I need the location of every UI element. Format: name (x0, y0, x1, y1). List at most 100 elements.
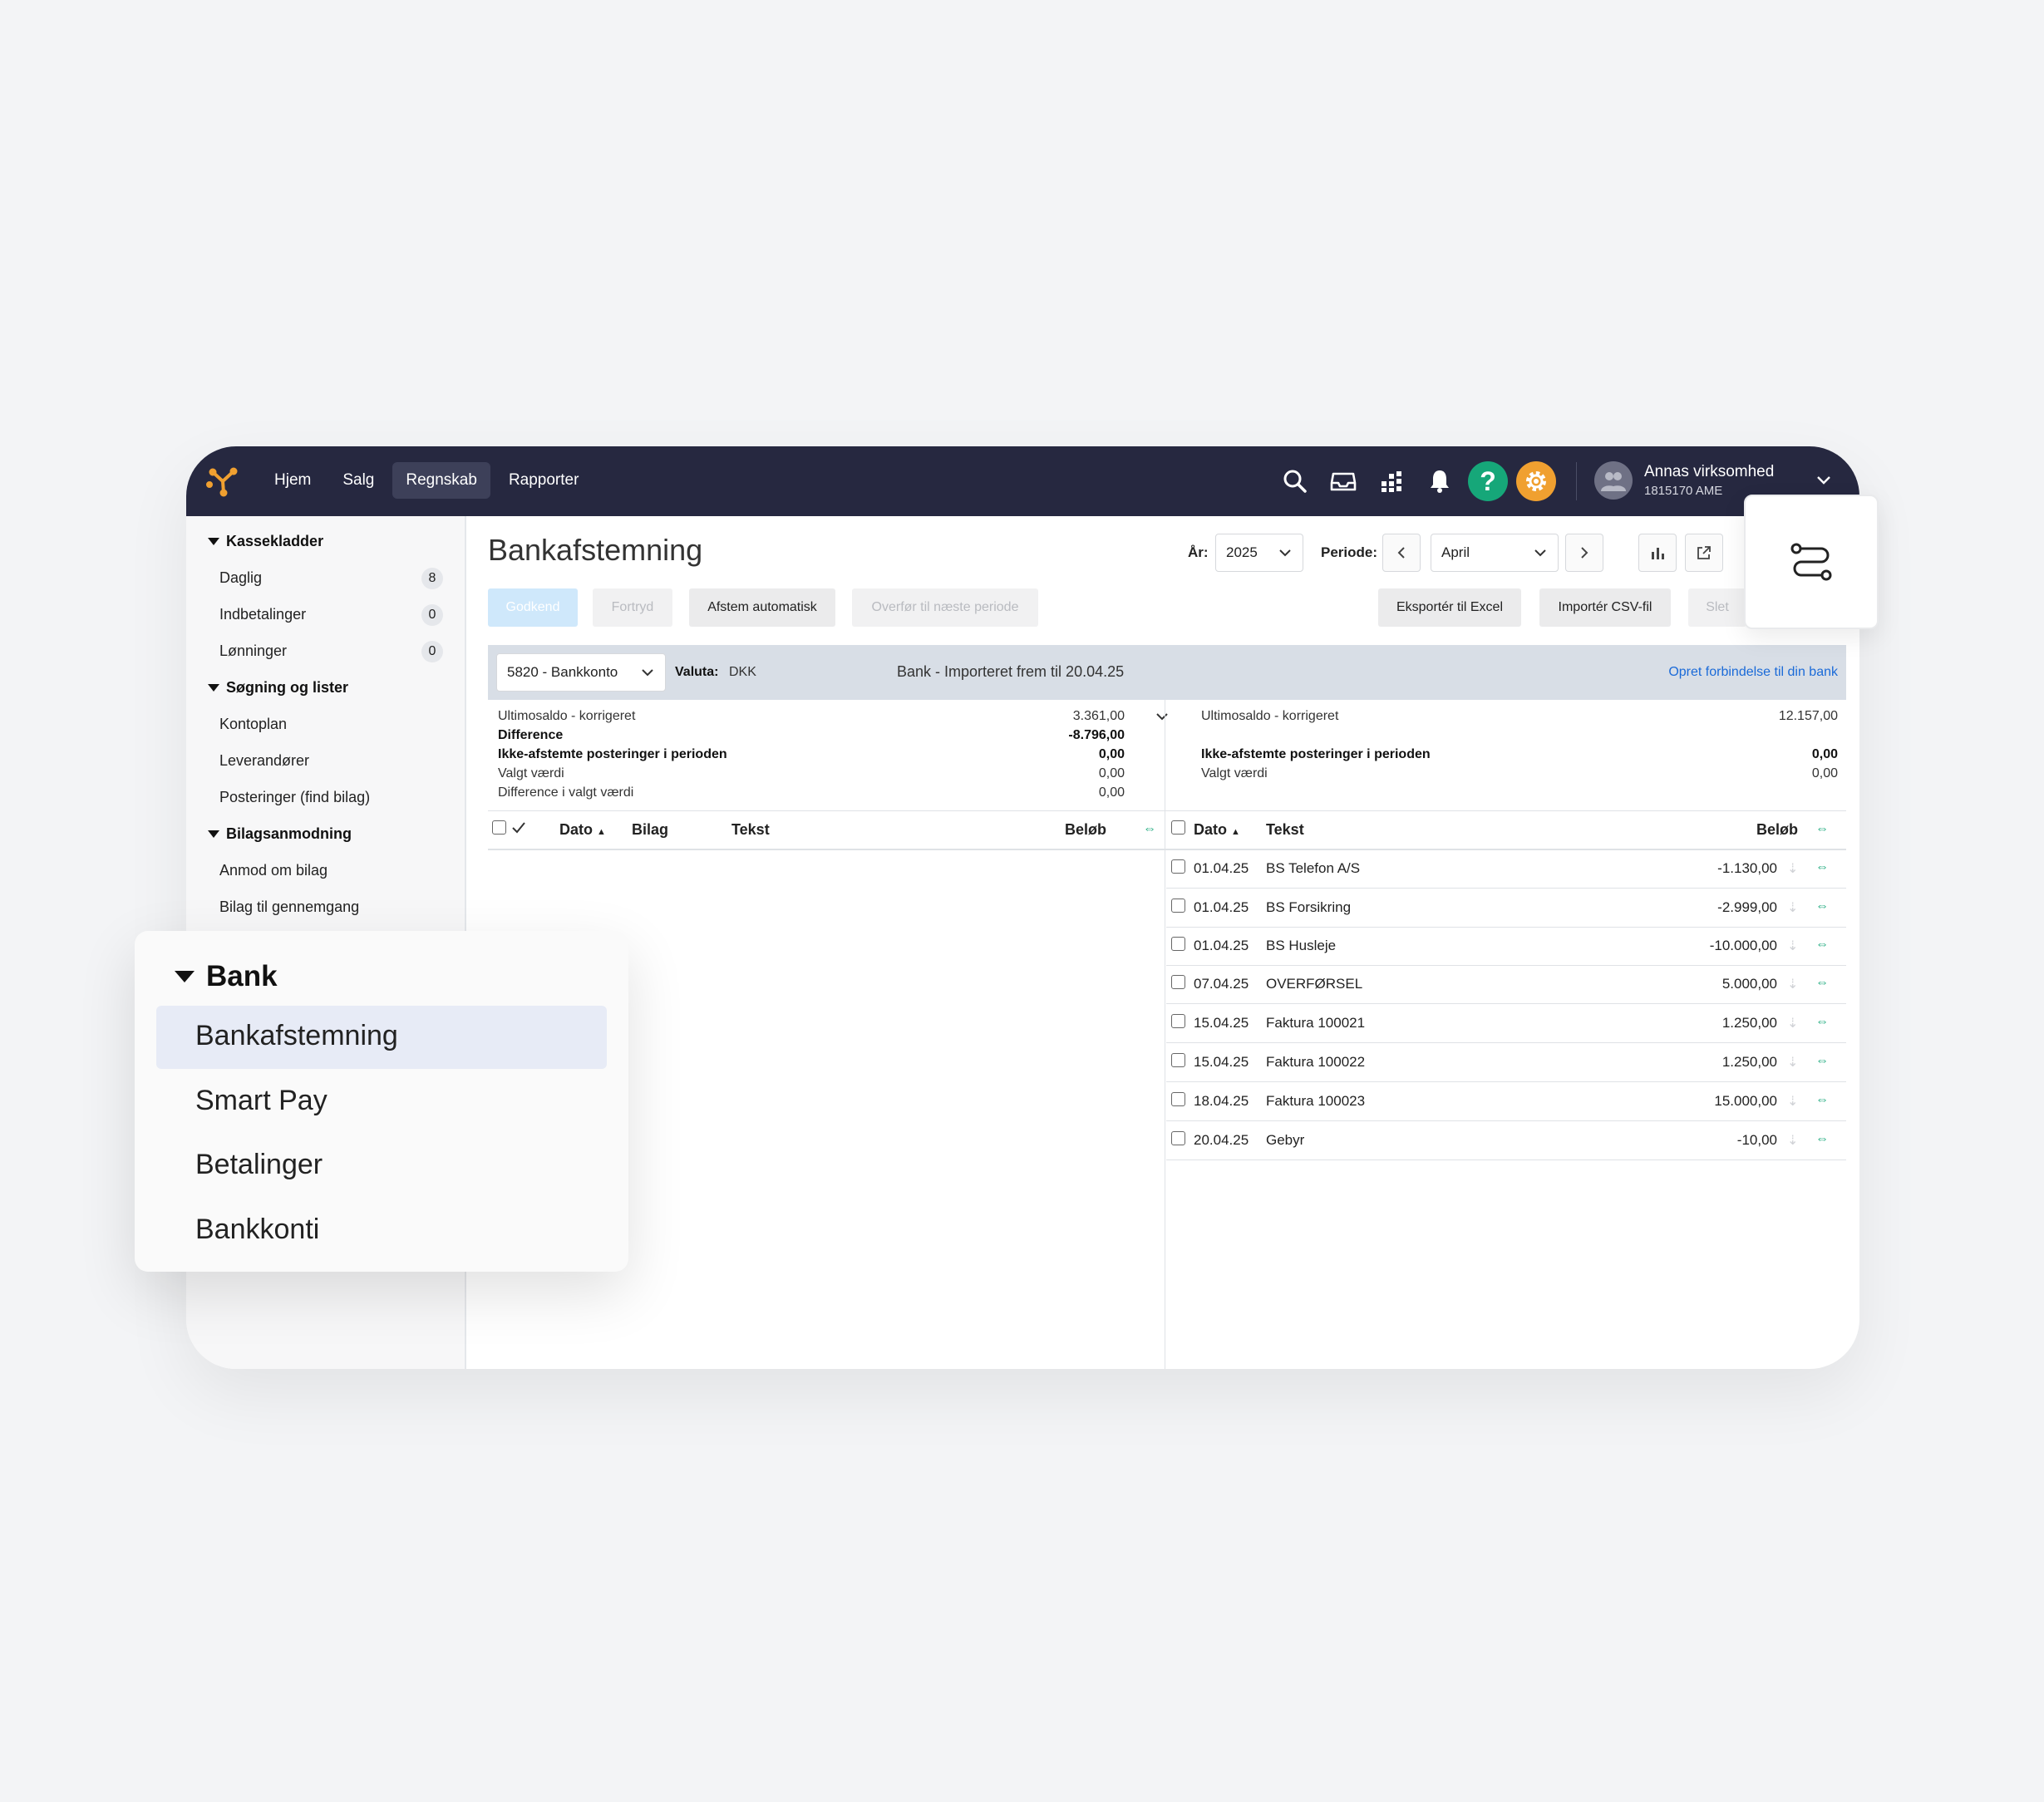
bank-menu-item-bankafstemning[interactable]: Bankafstemning (195, 1020, 398, 1052)
undo-button[interactable]: Fortryd (593, 588, 672, 627)
sidebar-item-kontoplan[interactable]: Kontoplan (219, 716, 287, 733)
select-all-checkbox[interactable] (1171, 820, 1185, 835)
summary-label: Ikke-afstemte posteringer i perioden (1201, 747, 1431, 761)
chevron-down-icon[interactable] (1815, 471, 1832, 488)
row-amount: -1.130,00 (1717, 860, 1777, 876)
nav-hjem[interactable]: Hjem (261, 462, 324, 499)
link-icon[interactable]: ⇔ (1815, 822, 1829, 837)
nav-regnskab[interactable]: Regnskab (392, 462, 490, 499)
sidebar-item-loenninger[interactable]: Lønninger (219, 643, 287, 660)
row-checkbox[interactable] (1171, 859, 1185, 874)
checkmark-icon[interactable] (511, 820, 526, 835)
workflow-settings-card[interactable] (1744, 495, 1879, 629)
summary-label: Difference i valgt værdi (498, 785, 634, 800)
summary-label: Difference (498, 728, 564, 742)
year-select[interactable]: 2025 (1215, 534, 1303, 572)
app-logo[interactable] (206, 465, 239, 498)
sidebar-item-leverandoerer[interactable]: Leverandører (219, 752, 309, 770)
column-tekst[interactable]: Tekst (731, 821, 770, 839)
link-icon[interactable]: ⇔ (1815, 976, 1829, 991)
apps-grid-icon[interactable] (1372, 458, 1411, 505)
approve-button[interactable]: Godkend (488, 588, 578, 627)
bank-menu-item-bankkonti[interactable]: Bankkonti (195, 1214, 319, 1246)
column-tekst[interactable]: Tekst (1266, 821, 1304, 839)
top-icons: ? (1275, 458, 1577, 505)
user-menu[interactable]: Annas virksomhed 1815170 AME (1594, 461, 1774, 500)
arrow-down-icon[interactable]: ⇣ (1787, 860, 1798, 877)
bank-account-select[interactable]: 5820 - Bankkonto (496, 653, 666, 692)
sidebar-item-posteringer[interactable]: Posteringer (find bilag) (219, 789, 370, 806)
delete-button[interactable]: Slet (1688, 588, 1746, 627)
connect-bank-link[interactable]: Opret forbindelse til din bank (1668, 665, 1838, 680)
link-icon[interactable]: ⇔ (1815, 1093, 1829, 1108)
select-all-checkbox[interactable] (492, 820, 506, 835)
bank-menu-item-smart-pay[interactable]: Smart Pay (195, 1085, 328, 1117)
summary-value: 12.157,00 (1778, 709, 1838, 723)
chart-button[interactable] (1638, 534, 1677, 572)
auto-reconcile-button[interactable]: Afstem automatisk (689, 588, 835, 627)
arrow-down-icon[interactable]: ⇣ (1787, 1093, 1798, 1110)
next-period-button[interactable] (1565, 534, 1603, 572)
summary-label: Valgt værdi (498, 766, 564, 780)
sidebar-item-bilag-til-gennemgang[interactable]: Bilag til gennemgang (219, 899, 359, 916)
link-icon[interactable]: ⇔ (1815, 860, 1829, 875)
bell-icon[interactable] (1420, 458, 1460, 505)
row-checkbox[interactable] (1171, 1092, 1185, 1106)
row-text: Faktura 100022 (1266, 1054, 1366, 1070)
prev-period-button[interactable] (1382, 534, 1421, 572)
main-content: Bankafstemning År: 2025 Periode: April G… (468, 516, 1859, 1369)
link-icon[interactable]: ⇔ (1815, 938, 1829, 953)
column-bilag[interactable]: Bilag (632, 821, 668, 839)
row-text: Faktura 100021 (1266, 1015, 1366, 1031)
arrow-down-icon[interactable]: ⇣ (1787, 1132, 1798, 1149)
column-dato[interactable]: Dato ▲ (1194, 821, 1240, 839)
row-checkbox[interactable] (1171, 1053, 1185, 1067)
column-dato[interactable]: Dato ▲ (559, 821, 606, 839)
column-beloeb[interactable]: Beløb (1065, 821, 1106, 839)
link-icon[interactable]: ⇔ (1815, 899, 1829, 914)
nav-rapporter[interactable]: Rapporter (495, 462, 593, 499)
period-select[interactable]: April (1431, 534, 1559, 572)
avatar[interactable] (1594, 461, 1633, 500)
sidebar-item-anmod-om-bilag[interactable]: Anmod om bilag (219, 862, 328, 879)
column-beloeb[interactable]: Beløb (1756, 821, 1798, 839)
summary-value: 0,00 (1098, 766, 1125, 780)
bank-menu-title[interactable]: Bank (175, 960, 278, 993)
summary-value: 0,00 (1811, 747, 1838, 761)
sidebar-group-bilagsanmodning[interactable]: Bilagsanmodning (208, 825, 352, 843)
row-checkbox[interactable] (1171, 1131, 1185, 1145)
chevron-right-icon (1581, 547, 1588, 559)
sidebar-item-daglig[interactable]: Daglig (219, 569, 262, 587)
row-checkbox[interactable] (1171, 899, 1185, 913)
page-title: Bankafstemning (488, 533, 703, 567)
sidebar-group-kassekladder[interactable]: Kassekladder (208, 533, 323, 550)
bank-menu-item-betalinger[interactable]: Betalinger (195, 1149, 323, 1181)
transfer-next-period-button[interactable]: Overfør til næste periode (852, 588, 1038, 627)
row-amount: 15.000,00 (1714, 1093, 1777, 1109)
arrow-down-icon[interactable]: ⇣ (1787, 1015, 1798, 1031)
link-icon[interactable]: ⇔ (1815, 1054, 1829, 1069)
row-checkbox[interactable] (1171, 975, 1185, 989)
search-icon[interactable] (1275, 458, 1315, 505)
year-label: År: (1188, 544, 1209, 560)
link-icon[interactable]: ⇔ (1143, 822, 1156, 837)
row-checkbox[interactable] (1171, 1014, 1185, 1028)
inbox-icon[interactable] (1323, 458, 1363, 505)
arrow-down-icon[interactable]: ⇣ (1787, 899, 1798, 916)
nav-salg[interactable]: Salg (329, 462, 387, 499)
sidebar-group-soegning[interactable]: Søgning og lister (208, 679, 348, 697)
open-external-button[interactable] (1685, 534, 1723, 572)
help-icon[interactable]: ? (1468, 461, 1508, 501)
sidebar-item-indbetalinger[interactable]: Indbetalinger (219, 606, 306, 623)
collapse-chevron-icon[interactable] (1155, 709, 1170, 724)
export-excel-button[interactable]: Eksportér til Excel (1378, 588, 1521, 627)
import-csv-button[interactable]: Importér CSV-fil (1539, 588, 1671, 627)
arrow-down-icon[interactable]: ⇣ (1787, 938, 1798, 954)
sort-asc-icon: ▲ (597, 827, 606, 837)
link-icon[interactable]: ⇔ (1815, 1132, 1829, 1147)
arrow-down-icon[interactable]: ⇣ (1787, 1054, 1798, 1071)
link-icon[interactable]: ⇔ (1815, 1015, 1829, 1030)
arrow-down-icon[interactable]: ⇣ (1787, 976, 1798, 992)
row-checkbox[interactable] (1171, 937, 1185, 951)
settings-gear-icon[interactable] (1516, 461, 1556, 501)
